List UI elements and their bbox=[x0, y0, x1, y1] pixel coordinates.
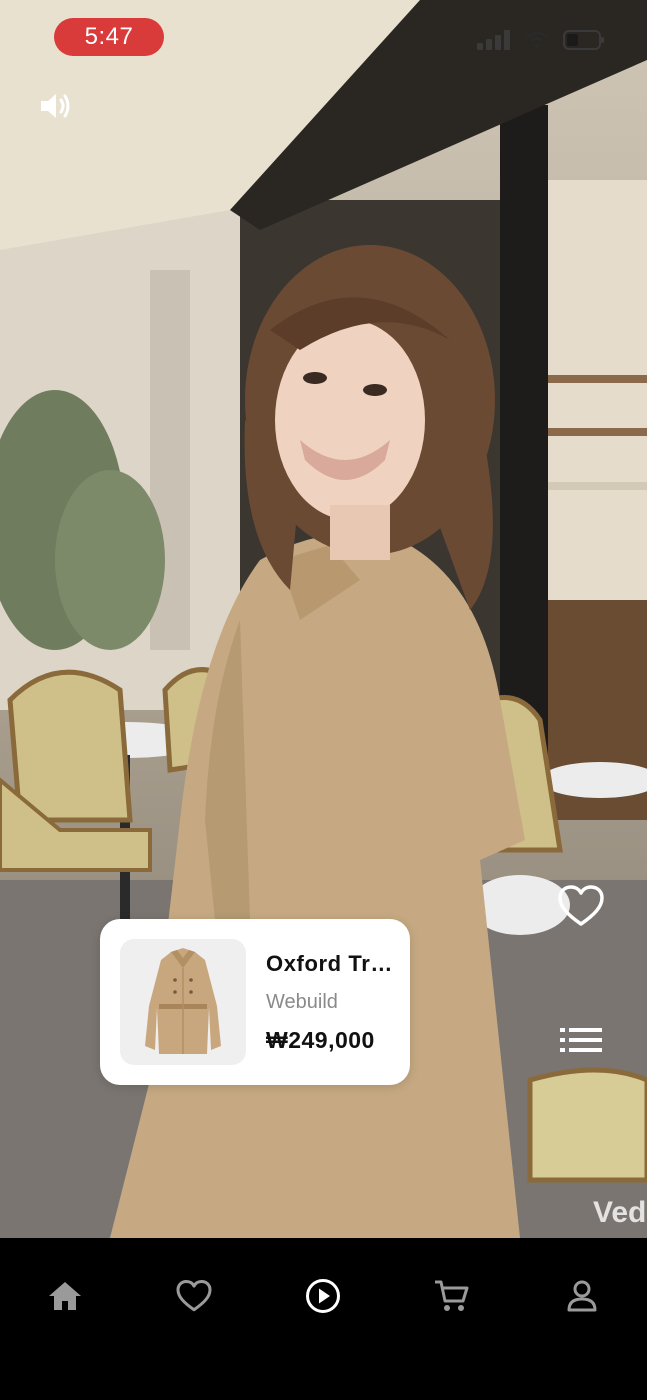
heart-outline-icon bbox=[176, 1279, 212, 1317]
heart-outline-icon bbox=[558, 884, 604, 932]
person-icon bbox=[567, 1280, 597, 1317]
nav-profile[interactable] bbox=[552, 1268, 612, 1328]
status-icons bbox=[477, 30, 605, 55]
nav-wishlist[interactable] bbox=[164, 1268, 224, 1328]
cart-icon bbox=[434, 1279, 470, 1318]
status-time: 5:47 bbox=[54, 18, 164, 56]
product-card[interactable]: Oxford Trench Coat Webuild ₩249,000 bbox=[100, 919, 410, 1085]
product-price: ₩249,000 bbox=[266, 1027, 375, 1053]
nav-play[interactable] bbox=[293, 1268, 353, 1328]
bottom-nav bbox=[0, 1238, 647, 1400]
trench-coat-image bbox=[145, 948, 221, 1054]
nav-home[interactable] bbox=[35, 1268, 95, 1328]
product-name: Oxford Trench Coat bbox=[266, 951, 394, 976]
nav-cart[interactable] bbox=[422, 1268, 482, 1328]
product-list-button[interactable] bbox=[559, 1022, 603, 1062]
volume-button[interactable] bbox=[36, 88, 76, 128]
like-button[interactable] bbox=[557, 884, 605, 932]
play-circle-icon bbox=[305, 1278, 341, 1319]
battery-icon bbox=[563, 30, 605, 55]
watermark-text: Ved bbox=[593, 1196, 647, 1229]
home-icon bbox=[48, 1281, 82, 1316]
speaker-icon bbox=[39, 91, 73, 126]
wifi-icon bbox=[525, 31, 549, 54]
cellular-signal-icon bbox=[477, 30, 511, 55]
screen: 5:47 Ved Oxford Tre Webuild ₩249,000 bbox=[0, 0, 647, 1400]
product-thumbnail bbox=[120, 939, 246, 1065]
list-icon bbox=[560, 1027, 602, 1058]
status-bar: 5:47 bbox=[0, 0, 647, 70]
product-brand: Webuild bbox=[266, 991, 338, 1013]
